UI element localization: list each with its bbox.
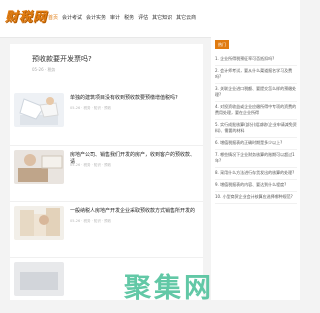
nav-assessment[interactable]: 评估 [138, 14, 148, 21]
article-thumbnail[interactable] [14, 262, 64, 296]
article-item[interactable]: 房地产公司、销售我们开发的房产，收到客户的预收款、请 05-26 · 税务 · … [10, 145, 203, 201]
article-title[interactable]: 一般纳税人房地产开发企业采取预收款方式销售所开发的 [70, 208, 198, 215]
sidebar-item[interactable]: 5. 实行成批核算(部分)组减收(企业申请减免资料)、需要的材料 [215, 120, 297, 138]
article-meta: 05-26 · 税务 · 知识 · 预收 [70, 106, 112, 110]
page-header: 预收款要开发票吗? 05-26 · 税务 [10, 44, 203, 73]
nav-accounting-practice[interactable]: 会计实务 [86, 14, 106, 21]
sidebar-item[interactable]: 9. 增值税报表的内容、要达到什么程度? [215, 180, 297, 192]
page-title: 预收款要开发票吗? [32, 55, 92, 63]
page-meta: 05-26 · 税务 [32, 67, 56, 72]
top-header: 财税网 首页 会计考试 会计实务 审计 税务 评估 其它知识 其它云商 [0, 0, 300, 38]
sidebar-list: 1. 企业所得税预征率可否抵扣吗? 2. 会计师考试，要从什么渠道报名学习及费吗… [215, 54, 297, 204]
watermark: 聚集网 [124, 273, 214, 304]
sidebar-item[interactable]: 2. 会计师考试，要从什么渠道报名学习及费吗? [215, 66, 297, 84]
main-nav: 首页 会计考试 会计实务 审计 税务 评估 其它知识 其它云商 [48, 14, 196, 21]
sidebar-item[interactable]: 7. 哪些情况下企业财务核算的账期可以超过1年? [215, 150, 297, 168]
sidebar-item[interactable]: 10. 小型商贸企业会计核算应选择哪种规范? [215, 192, 297, 204]
sidebar-item[interactable]: 4. 对投资收益或企业应缴所得中专项的资费的费用处理，要在企业所得 [215, 102, 297, 120]
article-thumbnail[interactable] [14, 206, 64, 240]
article-item[interactable]: 一般纳税人房地产开发企业采取预收款方式销售所开发的 05-26 · 税务 · 知… [10, 201, 203, 257]
sidebar-item[interactable]: 1. 企业所得税预征率可否抵扣吗? [215, 54, 297, 66]
article-title[interactable]: 单独的建筑项目没有收到预收款要预缴增值税吗? [70, 95, 198, 102]
main-content: 预收款要开发票吗? 05-26 · 税务 单独的建筑项目没有收到预收款要预缴增值… [10, 44, 203, 300]
nav-other-knowledge[interactable]: 其它知识 [152, 14, 172, 21]
nav-audit[interactable]: 审计 [110, 14, 120, 21]
sidebar: 热门 1. 企业所得税预征率可否抵扣吗? 2. 会计师考试，要从什么渠道报名学习… [211, 34, 300, 300]
nav-other-cloud[interactable]: 其它云商 [176, 14, 196, 21]
article-meta: 05-26 · 税务 · 知识 · 预收 [70, 219, 112, 223]
sidebar-item[interactable]: 3. 关联企业进口税额、要提交怎么样的预缴处理? [215, 84, 297, 102]
sidebar-item[interactable]: 8. 采用什么方法进行存货发出的核算的处理? [215, 168, 297, 180]
article-meta: 05-26 · 税务 · 知识 · 预收 [70, 163, 112, 167]
nav-home[interactable]: 首页 [48, 14, 58, 21]
sidebar-tab-popular[interactable]: 热门 [215, 40, 229, 49]
sidebar-item[interactable]: 6. 增值税报表的正确时期是多少以上? [215, 138, 297, 150]
article-thumbnail[interactable] [14, 150, 64, 184]
nav-accounting-exam[interactable]: 会计考试 [62, 14, 82, 21]
article-thumbnail[interactable] [14, 93, 64, 127]
site-logo[interactable]: 财税网 [5, 6, 47, 25]
nav-tax[interactable]: 税务 [124, 14, 134, 21]
article-item[interactable]: 单独的建筑项目没有收到预收款要预缴增值税吗? 05-26 · 税务 · 知识 ·… [10, 89, 203, 145]
